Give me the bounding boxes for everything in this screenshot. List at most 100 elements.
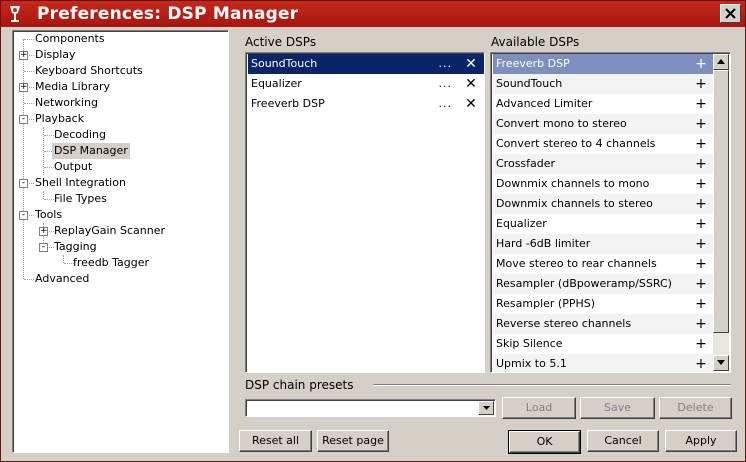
- tree-item-replaygain-scanner[interactable]: ReplayGain Scanner: [52, 223, 167, 239]
- scroll-down-button[interactable]: [713, 355, 729, 371]
- available-dsp-row[interactable]: Skip Silence +: [493, 334, 714, 354]
- add-dsp-icon[interactable]: +: [694, 54, 708, 74]
- tree-item-file-types[interactable]: File Types: [52, 191, 109, 207]
- available-dsp-name: Crossfader: [496, 157, 556, 170]
- available-dsp-name: Advanced Limiter: [496, 97, 593, 110]
- preset-dropdown-button[interactable]: [478, 401, 494, 415]
- presets-divider: [373, 384, 731, 386]
- available-dsp-row[interactable]: Resampler (PPHS) +: [493, 294, 714, 314]
- apply-button[interactable]: Apply: [665, 430, 737, 452]
- tree-item-dsp-manager[interactable]: DSP Manager: [52, 143, 130, 159]
- title-bar[interactable]: Preferences: DSP Manager: [1, 1, 745, 27]
- available-dsp-name: Convert mono to stereo: [496, 117, 627, 130]
- tree-item-tools[interactable]: Tools: [33, 207, 64, 223]
- configure-dsp-button[interactable]: ...: [439, 54, 453, 74]
- active-dsp-name: Equalizer: [251, 77, 302, 90]
- add-dsp-icon[interactable]: +: [694, 194, 708, 214]
- available-dsps-list[interactable]: Freeverb DSP + SoundTouch + Advanced Lim…: [490, 52, 731, 373]
- active-dsp-row[interactable]: Equalizer ... ✕: [248, 74, 484, 94]
- close-icon: [725, 8, 736, 19]
- tree-item-tagging[interactable]: Tagging: [52, 239, 99, 255]
- close-button[interactable]: [720, 4, 741, 23]
- add-dsp-icon[interactable]: +: [694, 74, 708, 94]
- reset-page-button[interactable]: Reset page: [317, 430, 389, 452]
- tree-item-decoding[interactable]: Decoding: [52, 127, 108, 143]
- save-preset-button[interactable]: Save: [580, 397, 655, 419]
- available-dsp-row[interactable]: Downmix channels to mono +: [493, 174, 714, 194]
- available-dsp-row[interactable]: Convert stereo to 4 channels +: [493, 134, 714, 154]
- add-dsp-icon[interactable]: +: [694, 234, 708, 254]
- add-dsp-icon[interactable]: +: [694, 254, 708, 274]
- active-dsp-name: Freeverb DSP: [251, 97, 325, 110]
- add-dsp-icon[interactable]: +: [694, 294, 708, 314]
- add-dsp-icon[interactable]: +: [694, 154, 708, 174]
- cancel-button[interactable]: Cancel: [587, 430, 659, 452]
- chevron-down-icon: [482, 406, 490, 410]
- available-dsps-scrollbar[interactable]: [713, 54, 729, 371]
- available-dsp-row[interactable]: Downmix channels to stereo +: [493, 194, 714, 214]
- available-dsp-row[interactable]: Resampler (dBpoweramp/SSRC) +: [493, 274, 714, 294]
- tree-connector: [23, 39, 24, 279]
- add-dsp-icon[interactable]: +: [694, 354, 708, 372]
- available-dsp-row[interactable]: Reverse stereo channels +: [493, 314, 714, 334]
- preferences-tree[interactable]: + + - - - + - Components Display Keyboar…: [12, 30, 229, 453]
- available-dsp-row[interactable]: Convert mono to stereo +: [493, 114, 714, 134]
- add-dsp-icon[interactable]: +: [694, 174, 708, 194]
- reset-all-button[interactable]: Reset all: [239, 430, 312, 452]
- active-dsp-row[interactable]: Freeverb DSP ... ✕: [248, 94, 484, 114]
- tree-item-networking[interactable]: Networking: [33, 95, 100, 111]
- dsp-chain-presets-label: DSP chain presets: [245, 378, 354, 392]
- tree-item-display[interactable]: Display: [33, 47, 78, 63]
- expand-display-icon[interactable]: +: [19, 51, 28, 60]
- tree-item-components[interactable]: Components: [33, 31, 107, 47]
- configure-dsp-button[interactable]: ...: [439, 74, 453, 94]
- tree-item-output[interactable]: Output: [52, 159, 94, 175]
- tree-item-advanced[interactable]: Advanced: [33, 271, 91, 287]
- add-dsp-icon[interactable]: +: [694, 334, 708, 354]
- available-dsp-row[interactable]: Hard -6dB limiter +: [493, 234, 714, 254]
- preset-combobox[interactable]: [245, 399, 496, 417]
- available-dsp-name: Freeverb DSP: [496, 57, 570, 70]
- available-dsp-row[interactable]: Advanced Limiter +: [493, 94, 714, 114]
- active-dsps-list[interactable]: SoundTouch ... ✕ Equalizer ... ✕ Freever…: [245, 52, 485, 373]
- collapse-tools-icon[interactable]: -: [19, 211, 28, 220]
- remove-dsp-icon[interactable]: ✕: [464, 54, 478, 74]
- configure-dsp-button[interactable]: ...: [439, 94, 453, 114]
- ok-button[interactable]: OK: [508, 430, 581, 454]
- tree-item-shell-integration[interactable]: Shell Integration: [33, 175, 128, 191]
- expand-media-library-icon[interactable]: +: [19, 83, 28, 92]
- tree-item-media-library[interactable]: Media Library: [33, 79, 112, 95]
- add-dsp-icon[interactable]: +: [694, 134, 708, 154]
- add-dsp-icon[interactable]: +: [694, 94, 708, 114]
- available-dsp-row[interactable]: Crossfader +: [493, 154, 714, 174]
- available-dsp-row[interactable]: Move stereo to rear channels +: [493, 254, 714, 274]
- tree-item-freedb-tagger[interactable]: freedb Tagger: [71, 255, 151, 271]
- window-title: Preferences: DSP Manager: [37, 4, 299, 24]
- scroll-up-button[interactable]: [713, 54, 729, 70]
- add-dsp-icon[interactable]: +: [694, 214, 708, 234]
- available-dsp-row[interactable]: Upmix to 5.1 +: [493, 354, 714, 372]
- tree-connector: [63, 255, 64, 263]
- remove-dsp-icon[interactable]: ✕: [464, 94, 478, 114]
- available-dsp-row[interactable]: SoundTouch +: [493, 74, 714, 94]
- available-dsp-row[interactable]: Equalizer +: [493, 214, 714, 234]
- arrow-up-icon: [717, 59, 725, 64]
- expand-replaygain-scanner-icon[interactable]: +: [39, 227, 48, 236]
- delete-preset-button[interactable]: Delete: [659, 397, 732, 419]
- load-preset-button[interactable]: Load: [502, 397, 576, 419]
- tree-item-keyboard-shortcuts[interactable]: Keyboard Shortcuts: [33, 63, 145, 79]
- available-dsp-row[interactable]: Freeverb DSP +: [493, 54, 714, 74]
- collapse-shell-integration-icon[interactable]: -: [19, 179, 28, 188]
- add-dsp-icon[interactable]: +: [694, 114, 708, 134]
- active-dsp-name: SoundTouch: [251, 57, 318, 70]
- collapse-tagging-icon[interactable]: -: [39, 243, 48, 252]
- add-dsp-icon[interactable]: +: [694, 274, 708, 294]
- available-dsp-name: Upmix to 5.1: [496, 357, 567, 370]
- active-dsp-row[interactable]: SoundTouch ... ✕: [248, 54, 484, 74]
- scroll-thumb[interactable]: [713, 70, 729, 333]
- collapse-playback-icon[interactable]: -: [19, 115, 28, 124]
- available-dsp-name: Reverse stereo channels: [496, 317, 632, 330]
- remove-dsp-icon[interactable]: ✕: [464, 74, 478, 94]
- tree-item-playback[interactable]: Playback: [33, 111, 86, 127]
- add-dsp-icon[interactable]: +: [694, 314, 708, 334]
